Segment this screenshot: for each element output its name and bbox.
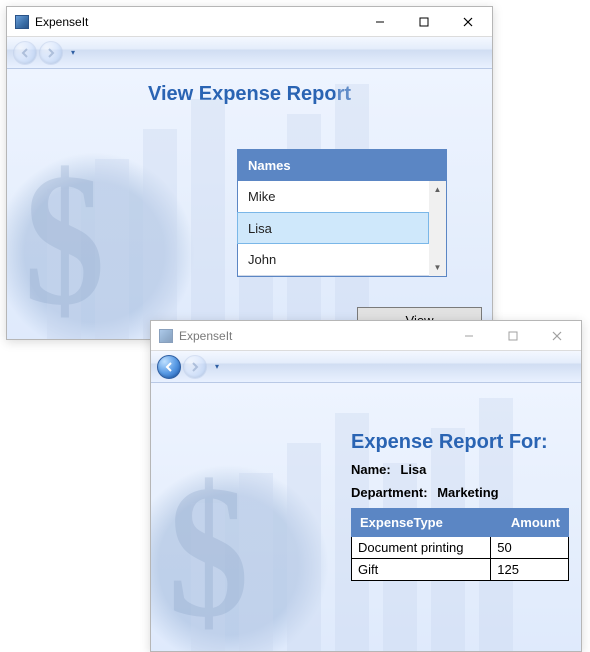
col-expense-type: ExpenseType xyxy=(352,509,491,537)
scroll-down-button[interactable]: ▼ xyxy=(429,259,446,276)
nav-forward-button[interactable] xyxy=(39,41,63,65)
page-heading: Expense Report For: xyxy=(351,431,563,454)
maximize-button[interactable] xyxy=(491,322,535,350)
page-heading: View Expense Report xyxy=(7,83,492,106)
cell-expense-type: Document printing xyxy=(352,537,491,559)
window-title: ExpenseIt xyxy=(35,15,88,29)
cell-amount: 50 xyxy=(491,537,569,559)
titlebar[interactable]: ExpenseIt xyxy=(7,7,492,37)
names-list-item[interactable]: Mike xyxy=(238,181,429,213)
maximize-button[interactable] xyxy=(402,8,446,36)
department-label: Department: xyxy=(351,485,428,500)
name-label: Name: xyxy=(351,462,391,477)
nav-toolbar: ▾ xyxy=(7,37,492,69)
dollar-watermark: $ xyxy=(168,443,249,651)
close-button[interactable] xyxy=(535,322,579,350)
names-list-item[interactable]: John xyxy=(238,244,429,276)
minimize-button[interactable] xyxy=(358,8,402,36)
client-area: $ Expense Report For: Name: Lisa Departm… xyxy=(151,383,581,651)
titlebar[interactable]: ExpenseIt xyxy=(151,321,581,351)
col-amount: Amount xyxy=(491,509,569,537)
department-value: Marketing xyxy=(437,485,498,500)
client-area: $ View Expense Report Names MikeLisaJohn… xyxy=(7,69,492,339)
cell-amount: 125 xyxy=(491,559,569,581)
nav-toolbar: ▾ xyxy=(151,351,581,383)
names-list-item[interactable]: Lisa xyxy=(237,212,429,244)
dollar-watermark: $ xyxy=(24,131,105,339)
nav-forward-button[interactable] xyxy=(183,355,207,379)
app-icon xyxy=(159,329,173,343)
nav-history-dropdown[interactable]: ▾ xyxy=(211,362,223,371)
nav-back-button[interactable] xyxy=(13,41,37,65)
expenseit-report-window: ExpenseIt ▾ $ Expense Report For: Name: … xyxy=(150,320,582,652)
expense-table: ExpenseType Amount Document printing50Gi… xyxy=(351,508,569,581)
names-column-header: Names xyxy=(238,150,446,181)
cell-expense-type: Gift xyxy=(352,559,491,581)
nav-back-button[interactable] xyxy=(157,355,181,379)
app-icon xyxy=(15,15,29,29)
close-button[interactable] xyxy=(446,8,490,36)
expenseit-list-window: ExpenseIt ▾ $ View Expense Report Names … xyxy=(6,6,493,340)
name-value: Lisa xyxy=(400,462,426,477)
names-scrollbar[interactable]: ▲ ▼ xyxy=(429,181,446,276)
names-listbox: Names MikeLisaJohn ▲ ▼ xyxy=(237,149,447,277)
scroll-up-button[interactable]: ▲ xyxy=(429,181,446,198)
expense-row: Document printing50 xyxy=(352,537,569,559)
nav-history-dropdown[interactable]: ▾ xyxy=(67,48,79,57)
window-title: ExpenseIt xyxy=(179,329,232,343)
expense-row: Gift125 xyxy=(352,559,569,581)
minimize-button[interactable] xyxy=(447,322,491,350)
